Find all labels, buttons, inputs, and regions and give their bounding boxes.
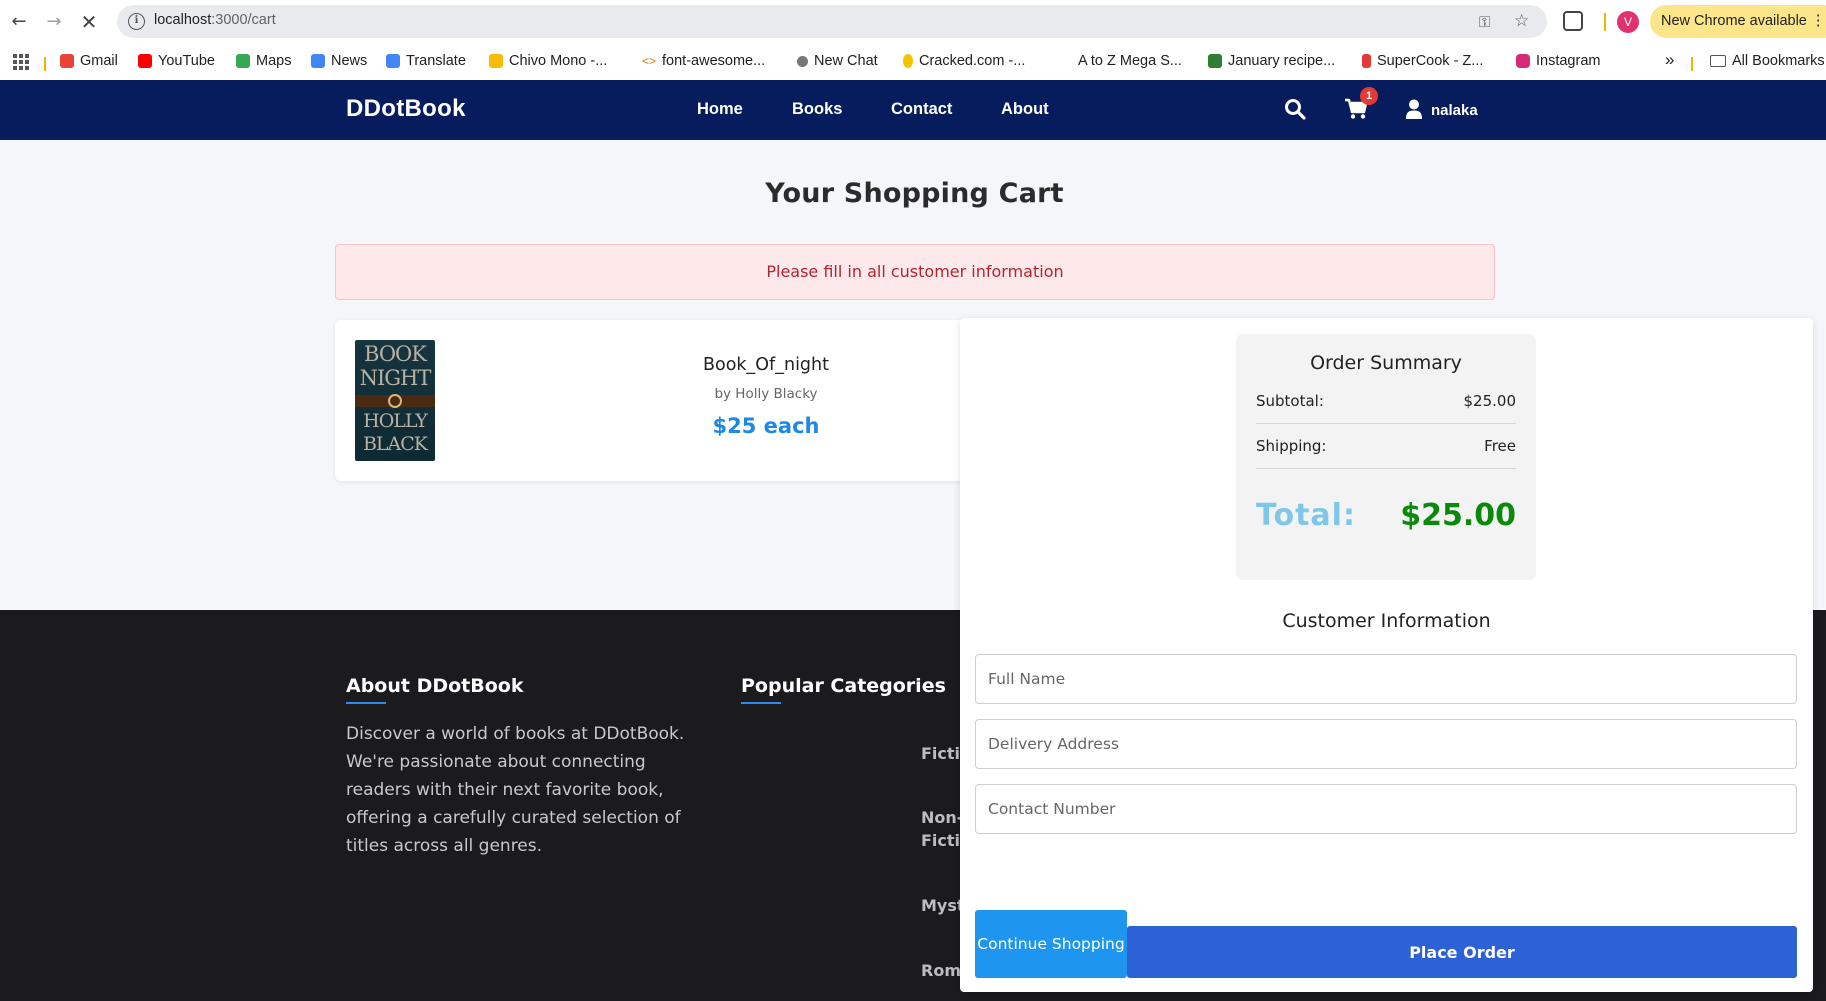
error-alert: Please fill in all customer information [335, 244, 1495, 300]
bookmark-news[interactable]: News [311, 53, 367, 69]
apps-grid-icon[interactable] [13, 54, 29, 70]
bookmark-font-awesome[interactable]: <> font-awesome... [642, 53, 765, 69]
page-title: Your Shopping Cart [765, 178, 1064, 209]
subtotal-row: Subtotal: $25.00 [1256, 379, 1516, 424]
nav-home[interactable]: Home [697, 100, 743, 119]
back-icon[interactable]: ← [8, 11, 30, 33]
toolbar-divider [1604, 13, 1606, 31]
total-value: $25.00 [1400, 498, 1516, 533]
bookmark-cracked[interactable]: Cracked.com -... [903, 53, 1025, 69]
code-icon: <> [642, 54, 657, 68]
customer-info-title: Customer Information [1282, 610, 1491, 632]
password-key-icon[interactable]: ⚿ [1479, 13, 1490, 31]
gmail-icon [60, 54, 74, 68]
all-bookmarks-folder[interactable]: All Bookmarks [1710, 53, 1825, 69]
footer-category-mystery[interactable]: Mystery [921, 894, 961, 917]
stop-loading-icon[interactable]: ✕ [78, 11, 100, 33]
user-icon[interactable] [1405, 99, 1423, 119]
maps-icon [236, 54, 250, 68]
bookmark-january-recipe[interactable]: January recipe... [1208, 53, 1335, 69]
bookmark-gmail[interactable]: Gmail [60, 53, 118, 69]
order-panel: Order Summary Subtotal: $25.00 Shipping:… [960, 318, 1813, 992]
chivo-mono-icon [489, 54, 503, 68]
footer-categories-title: Popular Categories [741, 675, 946, 697]
chat-icon [797, 55, 808, 67]
footer-categories-underline [741, 702, 781, 704]
subtotal-value: $25.00 [1463, 392, 1517, 410]
more-bookmarks-button[interactable]: » [1665, 50, 1674, 70]
brand-logo[interactable]: DDotBook [346, 95, 466, 123]
site-header: DDotBook Home Books Contact About 1 nala… [0, 80, 1826, 140]
cart-item: BOOK NIGHT HOLLY BLACK Book_Of_night by Ho… [335, 320, 987, 481]
bookmark-youtube[interactable]: YouTube [138, 53, 215, 69]
search-icon[interactable] [1284, 98, 1306, 120]
forward-icon[interactable]: → [43, 11, 65, 33]
shipping-label: Shipping: [1256, 437, 1327, 455]
total-label: Total: [1256, 498, 1356, 533]
subtotal-label: Subtotal: [1256, 392, 1324, 410]
instagram-icon [1516, 54, 1530, 68]
address-bar[interactable]: i localhost:3000/cart ⚿ ☆ [117, 5, 1547, 38]
order-summary-title: Order Summary [1310, 352, 1462, 374]
continue-shopping-button[interactable]: Continue Shopping [975, 910, 1127, 978]
footer-category-non-fiction[interactable]: Non-Fiction [921, 806, 961, 852]
footer-category-fiction[interactable]: Fiction [921, 742, 961, 765]
bookmarks-bar: Gmail YouTube Maps News Translate Chivo … [0, 44, 1826, 80]
bookmark-a-to-z[interactable]: A to Z Mega S... [1058, 53, 1182, 69]
youtube-icon [138, 54, 152, 68]
footer-about-title: About DDotBook [346, 675, 524, 697]
full-name-input[interactable] [975, 654, 1797, 704]
a-to-z-icon [1058, 54, 1072, 68]
bookmarks-divider [44, 57, 46, 71]
bookmark-new-chat[interactable]: New Chat [797, 53, 878, 69]
translate-icon [386, 54, 400, 68]
shipping-row: Shipping: Free [1256, 424, 1516, 469]
shipping-value: Free [1484, 437, 1516, 455]
site-info-icon[interactable]: i [128, 13, 145, 30]
news-icon [311, 54, 325, 68]
bookmark-maps[interactable]: Maps [236, 53, 291, 69]
extensions-icon[interactable] [1563, 11, 1583, 31]
bookmark-star-icon[interactable]: ☆ [1514, 11, 1529, 31]
cracked-icon [903, 54, 913, 68]
contact-number-input[interactable] [975, 784, 1797, 834]
place-order-button[interactable]: Place Order [1127, 926, 1797, 978]
bookmark-instagram[interactable]: Instagram [1516, 53, 1600, 69]
order-summary: Order Summary Subtotal: $25.00 Shipping:… [1236, 334, 1536, 580]
footer-category-romance[interactable]: Romance [921, 959, 961, 982]
delivery-address-input[interactable] [975, 719, 1797, 769]
recipe-icon [1208, 54, 1222, 68]
nav-contact[interactable]: Contact [891, 100, 952, 119]
bookmark-supercook[interactable]: SuperCook - Z... [1362, 53, 1483, 69]
cart-count-badge: 1 [1360, 87, 1378, 105]
profile-avatar[interactable]: V [1617, 11, 1639, 33]
address-url[interactable]: localhost:3000/cart [154, 12, 276, 28]
user-name[interactable]: nalaka [1431, 102, 1478, 119]
nav-books[interactable]: Books [792, 100, 842, 119]
browser-toolbar: ← → ✕ i localhost:3000/cart ⚿ ☆ V New Ch… [0, 0, 1826, 44]
footer-about-text: Discover a world of books at DDotBook. W… [346, 724, 685, 856]
supercook-icon [1362, 54, 1371, 68]
folder-icon [1710, 55, 1726, 67]
chrome-update-button[interactable]: New Chrome available ⋮ [1650, 5, 1826, 38]
bookmarks-divider-2 [1691, 57, 1693, 71]
bookmark-chivo-mono[interactable]: Chivo Mono -... [489, 53, 607, 69]
bookmark-translate[interactable]: Translate [386, 53, 466, 69]
footer-about-underline [346, 702, 386, 704]
nav-about[interactable]: About [1001, 100, 1049, 119]
